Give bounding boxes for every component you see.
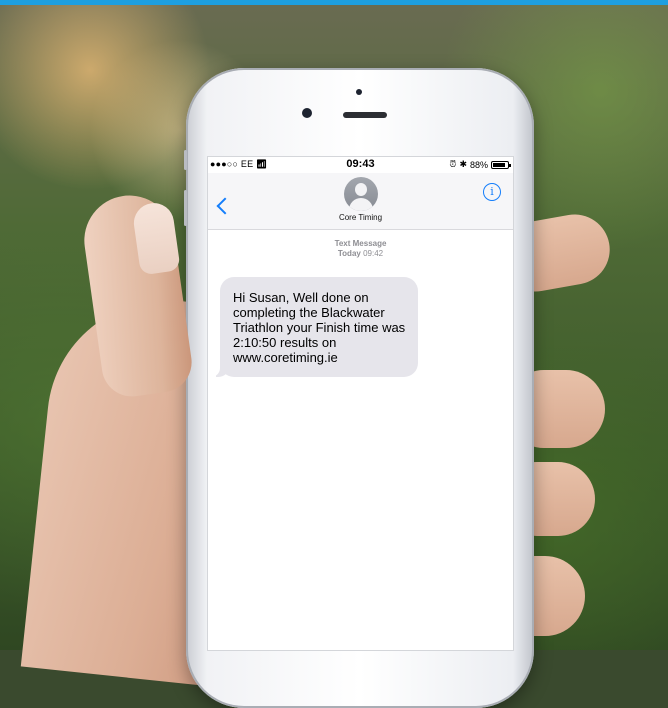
status-bar: ●●●○○ EE 📶︎ 09:43 ⏰︎ ✱ 88% [208, 157, 513, 173]
conversation-header: Core Timing i [208, 173, 513, 230]
volume-up-button [184, 190, 187, 226]
contact-name[interactable]: Core Timing [208, 213, 513, 222]
battery-icon [491, 160, 511, 169]
incoming-message-bubble[interactable]: Hi Susan, Well done on completing the Bl… [211, 277, 418, 377]
mute-switch [184, 150, 187, 170]
message-text: Hi Susan, Well done on completing the Bl… [233, 290, 406, 365]
back-chevron-icon[interactable] [216, 197, 234, 215]
bluetooth-icon: ✱ [459, 159, 467, 169]
status-right: ⏰︎ ✱ 88% [449, 159, 511, 170]
top-accent-bar [0, 0, 668, 5]
front-camera [302, 108, 312, 118]
contact-avatar[interactable] [344, 177, 378, 211]
earpiece-speaker [343, 112, 387, 118]
message-kind: Text Message [334, 239, 387, 248]
person-body [349, 198, 373, 211]
battery-fill [493, 162, 506, 167]
time-label: 09:42 [363, 249, 384, 258]
phone-screen: ●●●○○ EE 📶︎ 09:43 ⏰︎ ✱ 88% Core Timing i… [208, 157, 513, 650]
battery-percent: 88% [469, 159, 488, 170]
alarm-icon: ⏰︎ [449, 159, 457, 169]
info-icon[interactable]: i [483, 183, 501, 201]
day-label: Today [337, 249, 361, 258]
proximity-sensor [356, 89, 362, 95]
thread-timestamp: Text Message Today 09:42 [208, 239, 513, 259]
person-icon [355, 183, 367, 196]
